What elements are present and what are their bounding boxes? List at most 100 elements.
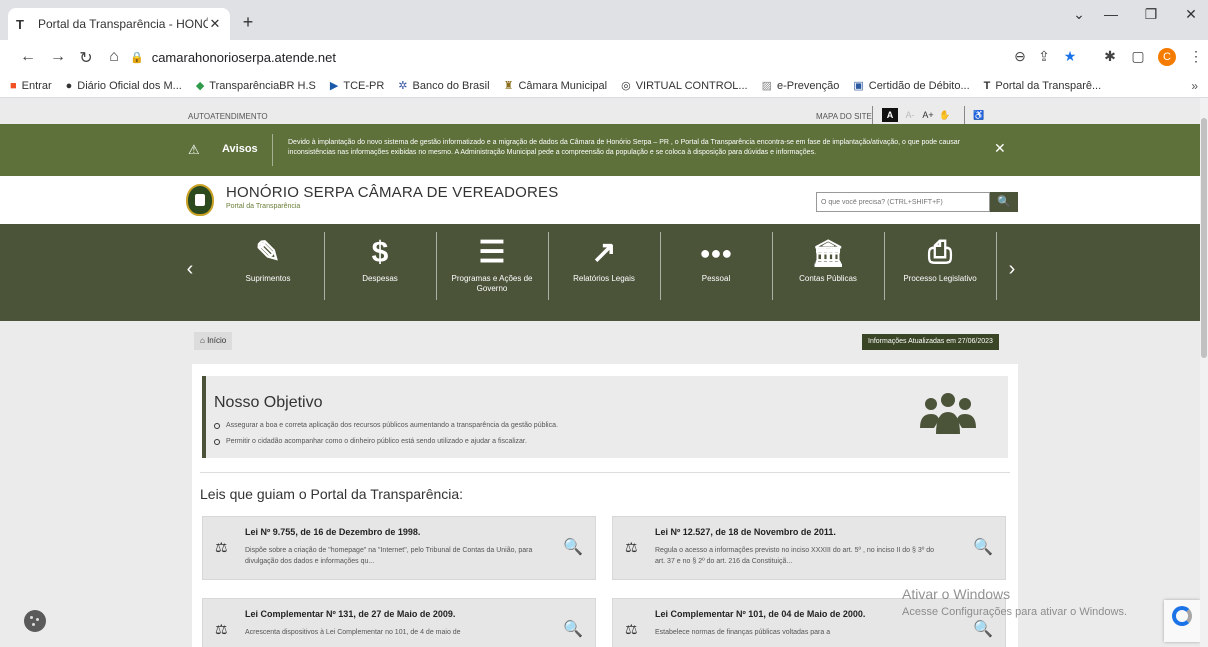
- image-icon: ▨: [761, 80, 772, 92]
- windows-activation-title: Ativar o Windows: [902, 586, 1011, 602]
- browser-tab[interactable]: T Portal da Transparência - HONÓF ✕: [8, 8, 230, 40]
- zoom-icon[interactable]: ⊖: [1010, 48, 1030, 65]
- restore-button[interactable]: ❐: [1136, 6, 1166, 23]
- scale-icon: ⚖: [215, 539, 228, 555]
- search-icon[interactable]: 🔍: [973, 619, 993, 639]
- autoatendimento-link[interactable]: AUTOATENDIMENTO: [188, 112, 268, 121]
- accessibility-icon[interactable]: ♿: [972, 108, 986, 122]
- checklist-icon: ☰: [478, 236, 506, 269]
- notice-close-icon[interactable]: ✕: [994, 140, 1006, 157]
- sf-icon: ●: [65, 79, 73, 92]
- search-button[interactable]: 🔍: [990, 192, 1018, 212]
- law-card[interactable]: ⚖ Lei Nº 9.755, de 16 de Dezembro de 199…: [202, 516, 596, 580]
- recaptcha-badge[interactable]: [1164, 600, 1200, 642]
- forward-button[interactable]: →: [48, 48, 68, 66]
- law-description: Estabelece normas de finanças públicas v…: [655, 629, 831, 636]
- menu-item-contas[interactable]: 🏛 Contas Públicas: [772, 230, 884, 302]
- people-icon: ●●●: [699, 243, 733, 263]
- scale-icon: ⚖: [215, 621, 228, 637]
- recaptcha-icon: [1172, 606, 1192, 626]
- law-title: Lei Complementar Nº 131, de 27 de Maio d…: [245, 609, 456, 619]
- search-icon[interactable]: 🔍: [973, 537, 993, 557]
- objective-title: Nosso Objetivo: [214, 394, 323, 411]
- bookmark-item[interactable]: ◆ TransparênciaBR H.S: [195, 79, 316, 93]
- tab-list-icon[interactable]: ⌄: [1064, 6, 1094, 23]
- contrast-button[interactable]: A: [882, 108, 898, 122]
- bullet-icon: [214, 438, 220, 445]
- scrollbar-thumb[interactable]: [1201, 118, 1207, 358]
- law-description: Acrescenta dispositivos à Lei Complement…: [245, 629, 461, 636]
- back-button[interactable]: ←: [18, 48, 38, 66]
- search-input[interactable]: [816, 192, 990, 212]
- divider: [996, 232, 997, 300]
- menu-next-arrow-icon[interactable]: ›: [1004, 258, 1020, 281]
- notice-title: Avisos: [222, 143, 258, 155]
- menu-item-despesas[interactable]: $ Despesas: [324, 230, 436, 302]
- menu-item-relatorios[interactable]: ↗ Relatórios Legais: [548, 230, 660, 302]
- extensions-icon[interactable]: ✱: [1100, 48, 1120, 65]
- bookmark-item[interactable]: ✲ Banco do Brasil: [398, 79, 489, 93]
- globe-icon: ◎: [621, 80, 631, 92]
- menu-prev-arrow-icon[interactable]: ‹: [182, 258, 198, 281]
- profile-avatar[interactable]: C: [1158, 48, 1176, 66]
- tab-close-icon[interactable]: ✕: [208, 16, 222, 32]
- site-map-link[interactable]: MAPA DO SITE: [816, 112, 872, 121]
- law-description: Dispõe sobre a criação de "homepage" na …: [245, 547, 533, 565]
- menu-item-pessoal[interactable]: ●●● Pessoal: [660, 230, 772, 302]
- list-item: Assegurar a boa e correta aplicação dos …: [214, 422, 558, 429]
- notice-banner: ⚠ Avisos Devido à implantação do novo si…: [0, 124, 1200, 176]
- close-window-button[interactable]: ✕: [1176, 6, 1206, 23]
- bookmark-item[interactable]: T Portal da Transparê...: [984, 80, 1102, 92]
- menu-item-suprimentos[interactable]: ✎ Suprimentos: [212, 230, 324, 302]
- law-card[interactable]: ⚖ Lei Complementar Nº 131, de 27 de Maio…: [202, 598, 596, 647]
- bookmarks-more-icon[interactable]: »: [1191, 79, 1198, 93]
- new-tab-button[interactable]: +: [236, 10, 260, 34]
- divider: [872, 106, 873, 124]
- people-icon: [920, 393, 976, 434]
- coat-of-arms-logo[interactable]: [186, 184, 214, 216]
- browser-menu-icon[interactable]: ⋮: [1186, 48, 1206, 65]
- site-title[interactable]: HONÓRIO SERPA CÂMARA DE VEREADORES: [226, 184, 558, 201]
- minimize-button[interactable]: —: [1096, 6, 1126, 22]
- divider: [200, 472, 1010, 473]
- font-decrease-button[interactable]: A-: [902, 108, 918, 122]
- divider: [964, 106, 965, 124]
- dollar-icon: $: [371, 236, 389, 269]
- bookmark-item[interactable]: ◎ VIRTUAL CONTROL...: [621, 79, 747, 93]
- bookmark-star-icon[interactable]: ★: [1060, 48, 1080, 65]
- font-increase-button[interactable]: A+: [920, 108, 936, 122]
- objective-box: Nosso Objetivo Assegurar a boa e correta…: [202, 376, 1008, 458]
- diamond-icon: ◆: [195, 80, 205, 92]
- law-title: Lei Complementar Nº 101, de 04 de Maio d…: [655, 609, 866, 619]
- web-page: AUTOATENDIMENTO MAPA DO SITE A A- A+ ✋ ♿…: [0, 98, 1200, 647]
- play-icon: ▶: [329, 80, 339, 92]
- bookmark-item[interactable]: ♜ Câmara Municipal: [504, 79, 608, 93]
- menu-item-processo[interactable]: ⎙ Processo Legislativo: [884, 230, 996, 302]
- bookmark-item[interactable]: ▣ Certidão de Débito...: [853, 79, 969, 93]
- search-icon[interactable]: 🔍: [563, 537, 583, 557]
- browser-toolbar: ← → ↻ ⌂ 🔒 camarahonorioserpa.atende.net …: [0, 40, 1208, 74]
- side-panel-icon[interactable]: ▢: [1128, 48, 1148, 65]
- bookmark-item[interactable]: ▶ TCE-PR: [329, 79, 384, 93]
- sign-language-icon[interactable]: ✋: [938, 108, 952, 122]
- main-menu: ‹ ✎ Suprimentos $ Despesas ☰ Programas e…: [0, 224, 1200, 321]
- search-icon[interactable]: 🔍: [563, 619, 583, 639]
- law-card[interactable]: ⚖ Lei Nº 12.527, de 18 de Novembro de 20…: [612, 516, 1006, 580]
- bookmark-item[interactable]: ● Diário Oficial dos M...: [66, 80, 182, 92]
- bookmark-item[interactable]: ▨ e-Prevenção: [761, 79, 840, 93]
- cookie-icon[interactable]: [24, 610, 46, 632]
- search-icon: 🔍: [997, 196, 1011, 208]
- divider: [272, 134, 273, 166]
- home-icon: ⌂: [200, 336, 205, 345]
- reload-button[interactable]: ↻: [76, 48, 96, 68]
- share-icon[interactable]: ⇪: [1034, 48, 1054, 65]
- bb-icon: ✲: [398, 80, 408, 92]
- home-button[interactable]: ⌂: [104, 48, 124, 66]
- bookmarks-bar: ■ Entrar ● Diário Oficial dos M... ◆ Transp…: [0, 74, 1208, 98]
- breadcrumb[interactable]: ⌂ Início: [194, 332, 233, 350]
- tab-favicon-icon: T: [16, 16, 24, 32]
- menu-item-programas[interactable]: ☰ Programas e Ações de Governo: [436, 230, 548, 302]
- address-bar[interactable]: 🔒 camarahonorioserpa.atende.net: [130, 45, 1020, 69]
- bookmark-item[interactable]: ■ Entrar: [10, 80, 52, 92]
- windows-activation-text: Acesse Configurações para ativar o Windo…: [902, 606, 1127, 618]
